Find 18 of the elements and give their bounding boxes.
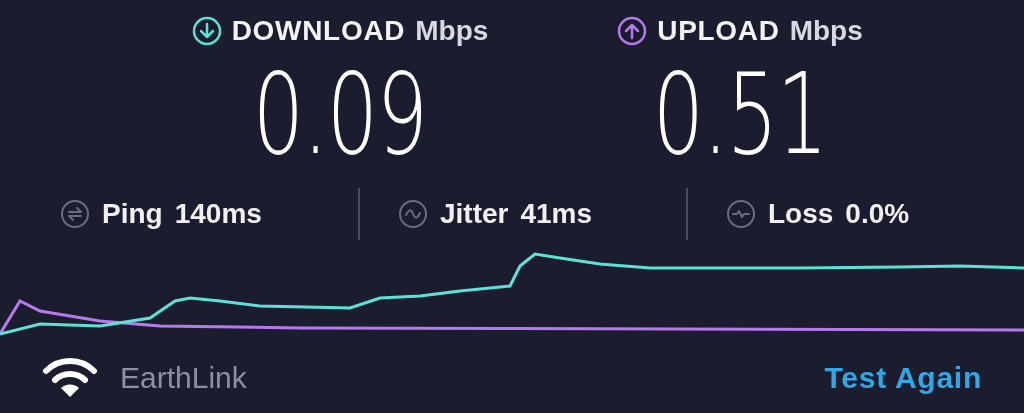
- stat-label: Ping: [102, 197, 163, 231]
- unit-label: Mbps: [789, 14, 863, 48]
- ping-icon: [60, 199, 90, 229]
- stat-label: Loss: [768, 197, 834, 231]
- stat-value: 140ms: [174, 197, 262, 231]
- speed-label: UPLOAD: [657, 14, 780, 48]
- jitter-icon: [398, 199, 428, 229]
- stat-label: Jitter: [440, 197, 509, 231]
- stat-value: 0.0%: [845, 197, 910, 231]
- provider-name: EarthLink: [120, 359, 247, 396]
- speed-value: 0.51: [653, 58, 827, 170]
- test-again-button[interactable]: Test Again: [824, 354, 982, 400]
- unit-label: Mbps: [415, 14, 489, 48]
- loss-icon: [726, 199, 756, 229]
- speed-value: 0.09: [253, 58, 427, 170]
- speed-label: DOWNLOAD: [231, 14, 406, 48]
- wifi-icon: [42, 355, 98, 399]
- stat-value: 41ms: [520, 197, 593, 231]
